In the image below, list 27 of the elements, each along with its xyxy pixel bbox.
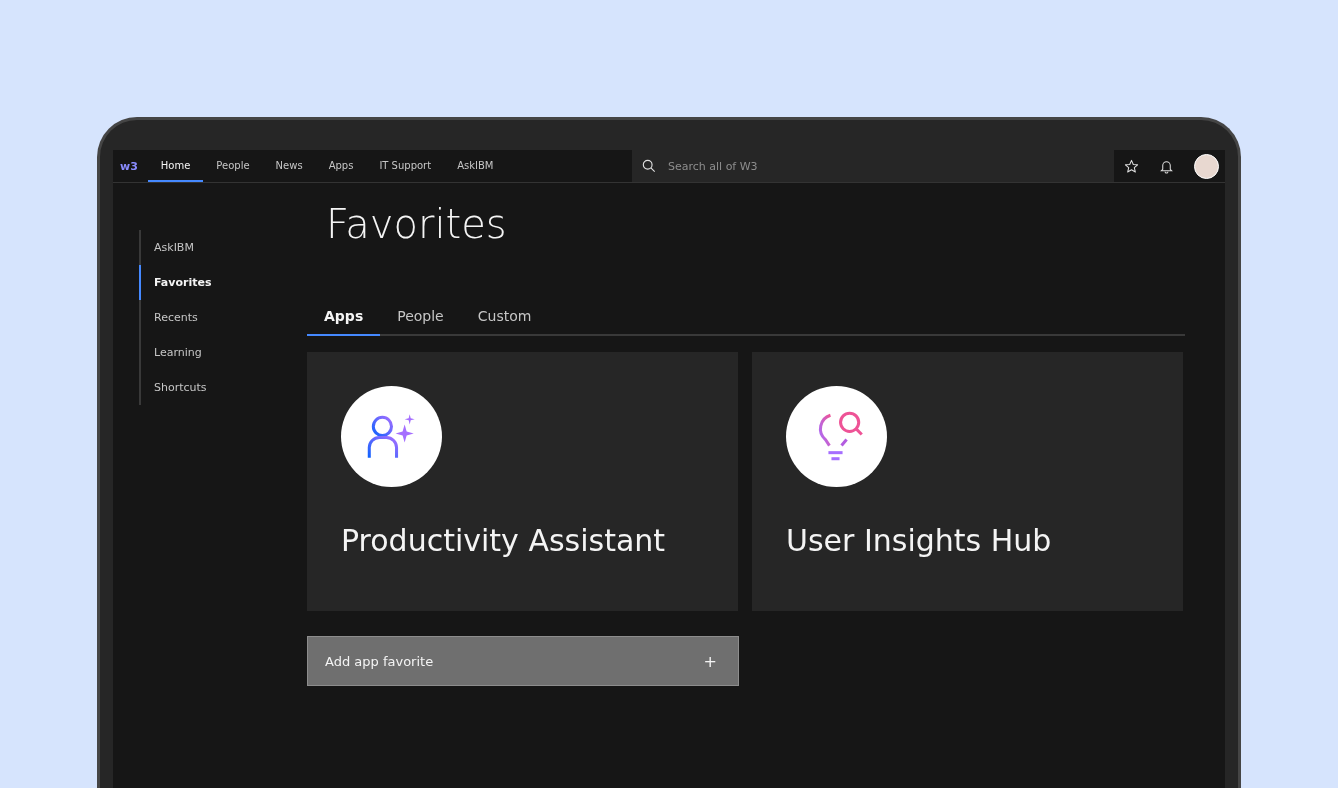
bell-icon[interactable] xyxy=(1159,158,1174,174)
tab[interactable]: Custom xyxy=(460,300,549,336)
star-icon[interactable] xyxy=(1124,158,1139,174)
search-field[interactable]: Search all of W3 xyxy=(632,150,1114,182)
tab[interactable]: People xyxy=(380,300,461,336)
sidebar-item[interactable]: Shortcuts xyxy=(139,370,307,405)
page-title: Favorites xyxy=(326,200,508,248)
avatar[interactable] xyxy=(1194,153,1219,179)
nav-link[interactable]: News xyxy=(262,150,316,182)
tab[interactable]: Apps xyxy=(307,300,381,336)
sidebar-item[interactable]: Learning xyxy=(139,335,307,370)
app-card[interactable]: User Insights Hub xyxy=(752,352,1183,611)
sidebar-item[interactable]: Recents xyxy=(139,300,307,335)
w3-logo[interactable]: w3 xyxy=(113,150,148,182)
app-title: User Insights Hub xyxy=(786,523,1053,558)
lightbulb-search-icon xyxy=(786,386,887,487)
nav-link[interactable]: Apps xyxy=(315,150,367,182)
nav-link[interactable]: AskIBM xyxy=(444,150,507,182)
add-favorite-button[interactable]: Add app favorite + xyxy=(307,636,739,686)
sidebar-item[interactable]: Favorites xyxy=(139,265,307,300)
sidebar-item[interactable]: AskIBM xyxy=(139,230,307,265)
app-title: Productivity Assistant xyxy=(341,523,667,558)
nav-link[interactable]: IT Support xyxy=(366,150,445,182)
nav-link[interactable]: People xyxy=(203,150,263,182)
app-card[interactable]: Productivity Assistant xyxy=(307,352,738,611)
person-sparkle-icon xyxy=(341,386,442,487)
nav-link[interactable]: Home xyxy=(147,150,204,182)
